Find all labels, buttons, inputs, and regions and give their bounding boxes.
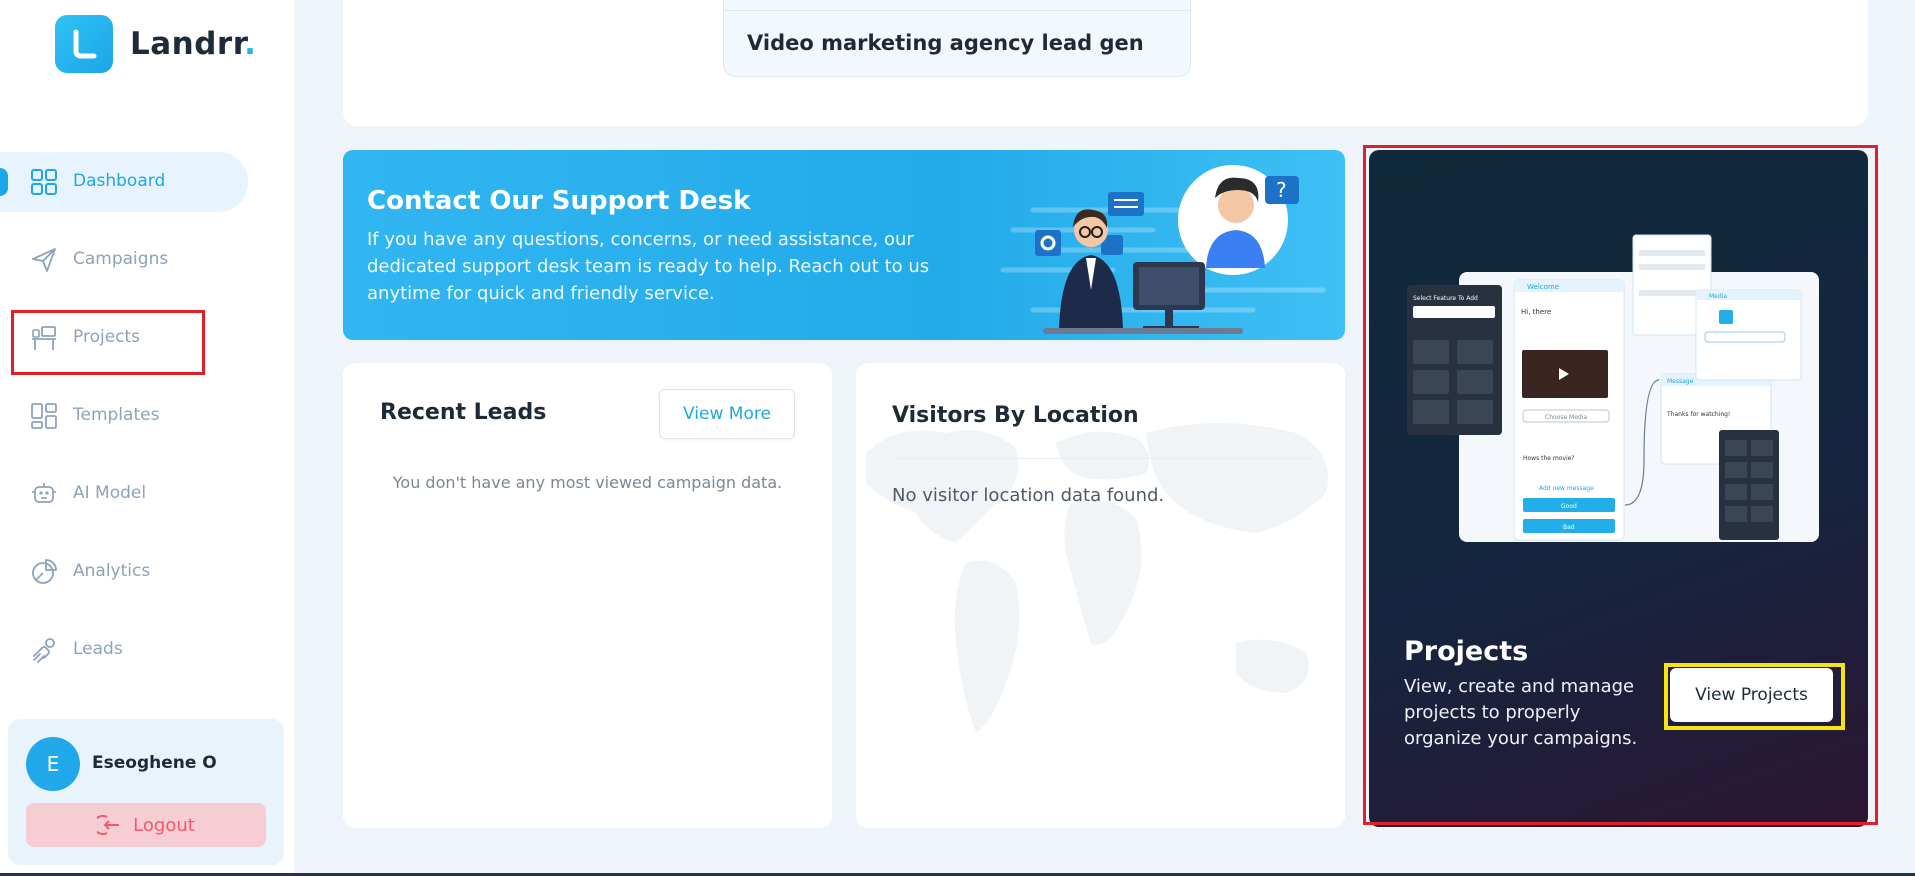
thanks-text: Thanks for watching! <box>1666 411 1730 418</box>
view-more-button[interactable]: View More <box>659 389 795 439</box>
sidebar-item-projects[interactable]: Projects <box>0 308 248 368</box>
add-message-text: Add new message <box>1539 485 1594 492</box>
grid-icon <box>31 169 57 195</box>
sidebar-item-label: Templates <box>73 405 160 425</box>
recent-leads-card: Recent Leads View More You don't have an… <box>343 363 832 828</box>
sidebar: Landrr. Dashboard Campaigns Projects Tem… <box>0 0 294 876</box>
sidebar-item-label: Analytics <box>73 561 151 581</box>
paper-plane-icon <box>32 248 56 272</box>
logout-button[interactable]: Logout <box>26 803 266 847</box>
campaign-title: Video marketing agency lead gen <box>747 31 1144 55</box>
sidebar-item-label: Projects <box>73 327 141 347</box>
brand-logo[interactable]: Landrr. <box>55 15 256 73</box>
brand-name: Landrr. <box>130 26 257 62</box>
welcome-node-title: Welcome <box>1527 283 1559 291</box>
visitors-title: Visitors By Location <box>892 403 1139 428</box>
sidebar-item-campaigns[interactable]: Campaigns <box>0 230 248 290</box>
template-icon <box>31 403 57 429</box>
select-feature-text: Select Feature To Add <box>1413 295 1478 302</box>
sidebar-item-label: Dashboard <box>73 171 166 191</box>
tile-divider <box>724 10 1190 11</box>
projects-card: Select Feature To Add Welcome Hi, there … <box>1369 150 1868 827</box>
sidebar-item-templates[interactable]: Templates <box>0 386 248 446</box>
sidebar-item-label: Campaigns <box>73 249 169 269</box>
leads-icon <box>33 638 55 663</box>
visitors-divider <box>892 458 1312 459</box>
support-illustration: ? <box>1000 165 1326 334</box>
bad-option-text: Bad <box>1563 524 1575 531</box>
projects-title: Projects <box>1404 636 1529 667</box>
recent-leads-empty-text: You don't have any most viewed campaign … <box>392 473 783 492</box>
sidebar-item-label: Leads <box>73 639 123 659</box>
support-title: Contact Our Support Desk <box>367 186 751 216</box>
landrr-logo-icon <box>55 15 113 73</box>
recent-leads-title: Recent Leads <box>380 400 547 425</box>
user-name: Eseoghene O <box>92 753 217 773</box>
question-text: Hows the movie? <box>1523 455 1575 462</box>
sidebar-item-dashboard[interactable]: Dashboard <box>0 152 248 212</box>
robot-icon <box>32 483 56 503</box>
sidebar-item-label: AI Model <box>73 483 147 503</box>
campaign-tile[interactable]: Video marketing agency lead gen <box>723 0 1191 77</box>
support-banner[interactable]: Contact Our Support Desk If you have any… <box>343 150 1345 340</box>
support-text: If you have any questions, concerns, or … <box>367 229 930 304</box>
pie-chart-icon <box>32 559 57 584</box>
sidebar-item-analytics[interactable]: Analytics <box>0 542 248 602</box>
avatar[interactable]: E <box>26 737 80 791</box>
user-card: E Eseoghene O Logout <box>8 719 284 865</box>
view-projects-button[interactable]: View Projects <box>1670 668 1833 722</box>
projects-description: View, create and manage projects to prop… <box>1404 676 1638 749</box>
campaigns-card: Video marketing agency lead gen <box>343 0 1868 126</box>
good-option-text: Good <box>1561 503 1577 510</box>
media-node-title: Media <box>1709 293 1727 300</box>
visitors-empty-text: No visitor location data found. <box>892 485 1165 506</box>
message-node-title: Message <box>1667 378 1694 385</box>
desk-icon <box>32 326 56 350</box>
sidebar-item-leads[interactable]: Leads <box>0 620 248 680</box>
choose-media-text: Choose Media <box>1545 414 1587 421</box>
projects-builder-preview: Select Feature To Add Welcome Hi, there … <box>1407 234 1819 542</box>
logout-label: Logout <box>133 814 195 836</box>
sidebar-item-ai-model[interactable]: AI Model <box>0 464 248 524</box>
svg-text:?: ? <box>1276 178 1287 202</box>
visitors-by-location-card: Visitors By Location No visitor location… <box>856 363 1345 828</box>
greeting-text: Hi, there <box>1521 308 1551 316</box>
logout-icon <box>97 815 120 835</box>
